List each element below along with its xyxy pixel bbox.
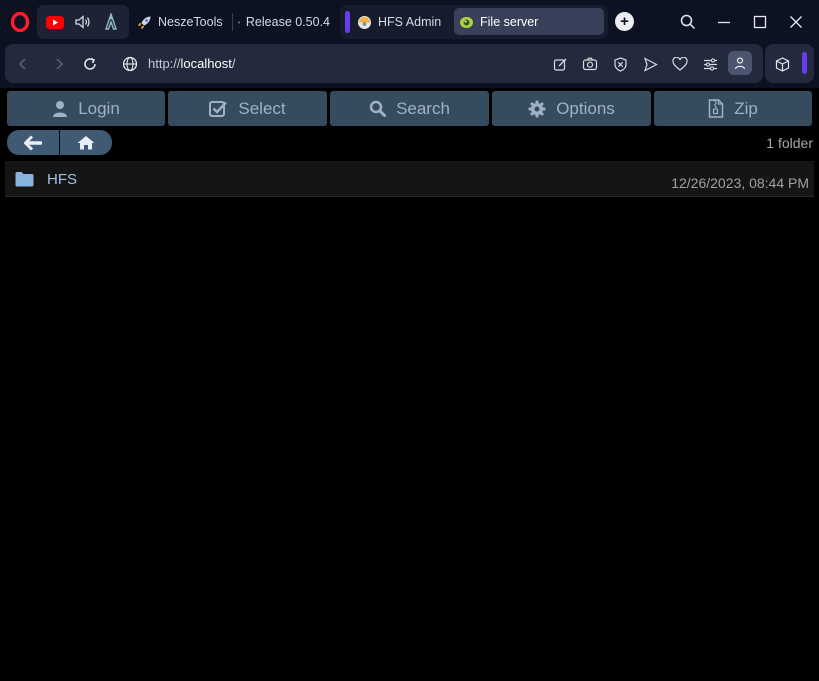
select-button[interactable]: Select	[168, 91, 327, 126]
browser-chrome: NeszeTools Release 0.50.4 HFS Admin File…	[0, 0, 819, 88]
options-button[interactable]: Options	[492, 91, 651, 126]
hfs-file-listing-page: Login Select Search Options Zip 1 folder	[0, 88, 819, 681]
check-square-icon	[209, 101, 228, 117]
tab-label: HFS Admin	[378, 15, 442, 29]
hfs-icon	[358, 15, 371, 29]
login-label: Login	[78, 98, 120, 118]
url-field[interactable]: http://localhost/	[148, 56, 235, 71]
tab-label: File server	[480, 15, 539, 29]
file-list: HFS 12/26/2023, 08:44 PM	[5, 161, 814, 197]
search-button[interactable]: Search	[330, 91, 489, 126]
gear-icon	[528, 100, 546, 117]
folder-count: 1 folder	[766, 135, 813, 151]
options-label: Options	[556, 98, 615, 118]
github-icon	[238, 21, 240, 23]
tab-island-marker	[345, 11, 350, 33]
search-tabs-icon[interactable]	[677, 11, 699, 33]
tab-file-server[interactable]: File server	[459, 5, 599, 39]
send-icon[interactable]	[640, 54, 660, 74]
edit-share-icon[interactable]	[550, 54, 570, 74]
forward-icon[interactable]	[49, 54, 69, 74]
speaker-icon[interactable]	[73, 13, 93, 31]
search-label: Search	[396, 98, 450, 118]
tab-bar: NeszeTools Release 0.50.4 HFS Admin File…	[0, 0, 819, 44]
tab-hfs-admin[interactable]: HFS Admin	[357, 5, 449, 39]
extensions-cube-icon[interactable]	[772, 54, 792, 74]
tab-separator	[232, 13, 233, 31]
home-icon	[77, 136, 95, 150]
opera-logo-icon[interactable]	[10, 11, 30, 33]
close-icon[interactable]	[785, 11, 807, 33]
arrow-left-icon	[24, 134, 42, 151]
camera-icon[interactable]	[580, 54, 600, 74]
parent-folder-button[interactable]	[7, 130, 59, 155]
tab-release[interactable]: Release 0.50.4	[238, 5, 330, 39]
adblock-shield-icon[interactable]	[610, 54, 630, 74]
back-icon[interactable]	[13, 54, 33, 74]
url-path: /	[231, 56, 236, 71]
file-name-link[interactable]: HFS	[47, 171, 77, 188]
select-label: Select	[238, 98, 286, 118]
address-bar: http://localhost/	[5, 44, 763, 83]
home-button[interactable]	[60, 130, 112, 155]
url-scheme: http://	[148, 56, 181, 71]
url-host: localhost	[180, 56, 232, 71]
hfs-eye-icon	[460, 16, 473, 28]
reload-icon[interactable]	[80, 54, 100, 74]
new-tab-button[interactable]: +	[615, 12, 634, 31]
zip-button[interactable]: Zip	[654, 91, 812, 126]
globe-icon[interactable]	[120, 54, 140, 74]
file-modified-date: 12/26/2023, 08:44 PM	[671, 175, 809, 191]
zip-label: Zip	[734, 98, 758, 118]
tab-label: NeszeTools	[158, 15, 223, 29]
heart-icon[interactable]	[670, 54, 690, 74]
tab-neszetools[interactable]: NeszeTools	[137, 5, 229, 39]
profile-button[interactable]	[728, 51, 752, 75]
sidebar-accent-marker	[802, 52, 807, 74]
hfs-toolbar: Login Select Search Options Zip	[7, 91, 813, 126]
youtube-icon[interactable]	[45, 13, 65, 31]
list-item[interactable]: HFS 12/26/2023, 08:44 PM	[5, 161, 814, 197]
user-icon	[53, 100, 68, 117]
user-icon	[734, 57, 746, 70]
rocket-icon	[138, 16, 151, 29]
folder-icon	[15, 172, 34, 187]
minimize-icon[interactable]	[713, 11, 735, 33]
search-icon	[369, 100, 387, 117]
tab-label: Release 0.50.4	[245, 15, 330, 29]
maximize-icon[interactable]	[749, 11, 771, 33]
file-zip-icon	[708, 99, 724, 118]
login-button[interactable]: Login	[7, 91, 165, 126]
settings-sliders-icon[interactable]	[700, 54, 720, 74]
pinned-app-icon[interactable]	[101, 12, 121, 32]
